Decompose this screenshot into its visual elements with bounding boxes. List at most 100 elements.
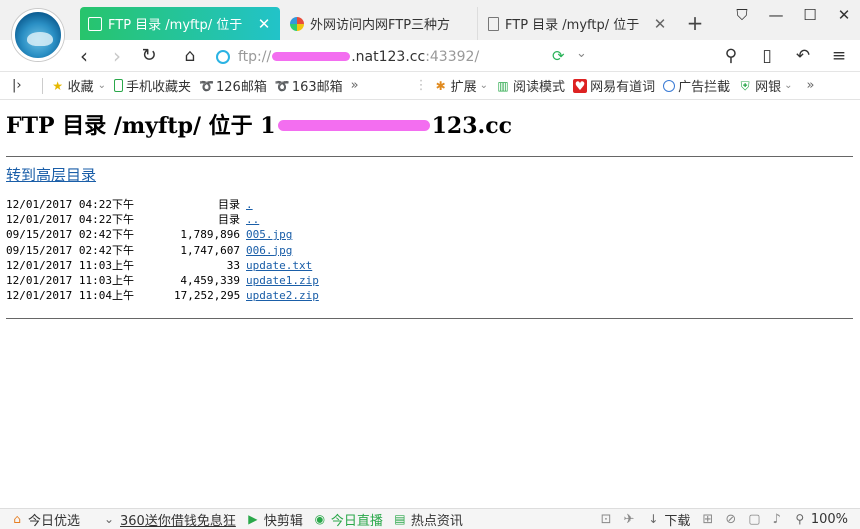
entry-date: 12/01/2017 04:22下午 [6,198,134,211]
status-hot-news[interactable]: ▤ 热点资讯 [393,510,463,529]
tab-title: 外网访问内网FTP三种方 [310,18,451,33]
new-tab-button[interactable]: + [684,11,706,35]
bookmark-bank[interactable]: ⛨ 网银 ⌄ [738,76,793,96]
entry-name-cell: . [246,197,253,212]
entry-link[interactable]: update2.zip [246,289,319,302]
sound-icon[interactable]: ♪ [773,512,781,527]
folder-icon [88,16,102,31]
listing-row: 12/01/2017 11:03上午 4,459,339 update1.zip [6,273,319,288]
tab-active[interactable]: FTP 目录 /myftp/ 位于 ✕ [80,7,280,40]
site-info-icon[interactable] [216,49,230,64]
chevron-down-icon: ⌄ [103,512,115,526]
back-button[interactable]: ‹ [72,44,96,68]
bookmark-youdao[interactable]: ♥ 网易有道词 [573,76,655,95]
clean-icon[interactable]: ⊘ [725,512,736,527]
mail-icon: ➰ [199,78,214,93]
bookmark-reader-mode[interactable]: ▥ 阅读模式 [496,76,565,96]
entry-link[interactable]: 005.jpg [246,228,292,241]
skin-icon[interactable]: ⛉ [734,6,750,24]
listing-row: 12/01/2017 04:22下午 目录.. [6,212,319,227]
entry-date: 12/01/2017 11:04上午 [6,289,134,303]
render-mode-icon[interactable]: ⟳ [552,48,568,64]
entry-size: 1,789,896 [180,228,240,242]
download-icon: ↓ [648,512,659,526]
entry-size: 1,747,607 [180,243,240,257]
divider [6,318,853,319]
chevron-down-icon: ⌄ [97,80,106,91]
status-loan-ad[interactable]: ⌄ 360送你借钱免息狂 [102,510,236,529]
entry-date: 12/01/2017 04:22下午 [6,213,134,227]
entry-link[interactable]: .. [246,213,259,226]
address-bar[interactable]: ftp:// .nat123.cc:43392/ [216,44,600,69]
entry-size: 目录 [218,213,240,227]
zoom-control[interactable]: ⚲ 100% [793,512,848,527]
search-icon[interactable]: ⚲ [720,44,742,68]
more-bookmarks-icon[interactable]: » [351,78,359,93]
entry-date: 09/15/2017 02:42下午 [6,243,134,257]
chevron-down-icon: ⌄ [479,80,489,91]
status-label: 快剪辑 [263,513,303,529]
bookmark-126-mail[interactable]: ➰ 126邮箱 [199,76,267,96]
entry-date: 12/01/2017 11:03上午 [6,258,134,272]
document-icon [488,16,499,31]
entry-size: 33 [226,258,240,272]
sidebar-toggle-icon[interactable]: |› [12,78,22,93]
phone-icon[interactable]: ▯ [756,44,778,68]
bookmarks-bar: |› ★ 收藏 ⌄ 手机收藏夹 ➰ 126邮箱 ➰ 163邮箱 » ⋮ ✱ 扩展… [0,72,860,100]
book-icon: ▥ [497,78,509,93]
nav-right-tools: ⚲ ▯ ↶ ≡ [720,44,850,68]
dictionary-icon: ♥ [573,78,588,93]
bookmark-extensions[interactable]: ✱ 扩展 ⌄ [434,76,489,96]
entry-link[interactable]: update1.zip [246,274,319,287]
window-controls: ⛉ — ☐ ✕ [734,6,852,24]
speedup-icon[interactable]: ⊡ [601,512,612,527]
bookmark-favorites[interactable]: ★ 收藏 ⌄ [51,76,106,96]
url-scheme: ftp:// [238,48,272,65]
status-today-picks[interactable]: ⌂ 今日优选 [10,510,80,529]
close-window-button[interactable]: ✕ [836,6,852,24]
phone-icon [114,79,123,92]
home-button[interactable]: ⌂ [178,44,202,68]
status-video-editor[interactable]: ▶ 快剪辑 [246,510,303,529]
pinwheel-icon [290,16,304,31]
redaction-mark [277,119,430,131]
bookmark-163-mail[interactable]: ➰ 163邮箱 [275,76,343,96]
entry-link[interactable]: . [246,198,253,211]
tab-second[interactable]: 外网访问内网FTP三种方 [282,7,478,40]
entry-link[interactable]: 006.jpg [246,244,292,257]
entry-name-cell: update.txt [246,258,312,273]
chevron-down-icon[interactable]: ⌄ [576,46,587,61]
entry-size: 4,459,339 [180,274,240,288]
window-icon[interactable]: ▢ [748,512,760,527]
bookmark-label: 126邮箱 [216,80,267,95]
parent-directory-link[interactable]: 转到高层目录 [6,164,96,185]
url-text[interactable]: ftp:// .nat123.cc:43392/ [238,49,479,65]
close-icon[interactable]: ✕ [256,15,272,33]
entry-link[interactable]: update.txt [246,259,312,272]
divider [41,77,43,94]
bookmark-label: 收藏 [67,80,94,95]
adblock-icon [663,79,676,92]
bookmark-adblock[interactable]: 广告拦截 [663,76,730,95]
listing-row: 12/01/2017 11:03上午 33 update.txt [6,258,319,273]
bookmark-mobile[interactable]: 手机收藏夹 [114,76,191,95]
shop-icon: ⌂ [13,512,21,526]
screenshot-icon[interactable]: ⊞ [702,512,713,527]
minimize-button[interactable]: — [768,6,784,24]
download-button[interactable]: ↓ 下载 [646,510,690,529]
menu-icon[interactable]: ≡ [828,44,850,68]
redaction-mark [272,52,351,61]
more-tools-icon[interactable]: » [807,78,815,93]
grip-icon: ⋮ [414,78,428,93]
bank-icon: ⛨ [740,78,750,93]
extension-icon: ✱ [435,78,446,93]
maximize-button[interactable]: ☐ [802,6,818,24]
rocket-icon[interactable]: ✈ [624,512,635,527]
forward-button[interactable]: › [105,44,129,68]
close-icon[interactable]: ✕ [652,15,668,33]
reload-button[interactable]: ↻ [137,44,161,68]
status-live[interactable]: ◉ 今日直播 [313,510,383,529]
tab-third[interactable]: FTP 目录 /myftp/ 位于 ✕ [480,7,676,40]
undo-icon[interactable]: ↶ [792,44,814,68]
avatar[interactable] [12,9,64,61]
